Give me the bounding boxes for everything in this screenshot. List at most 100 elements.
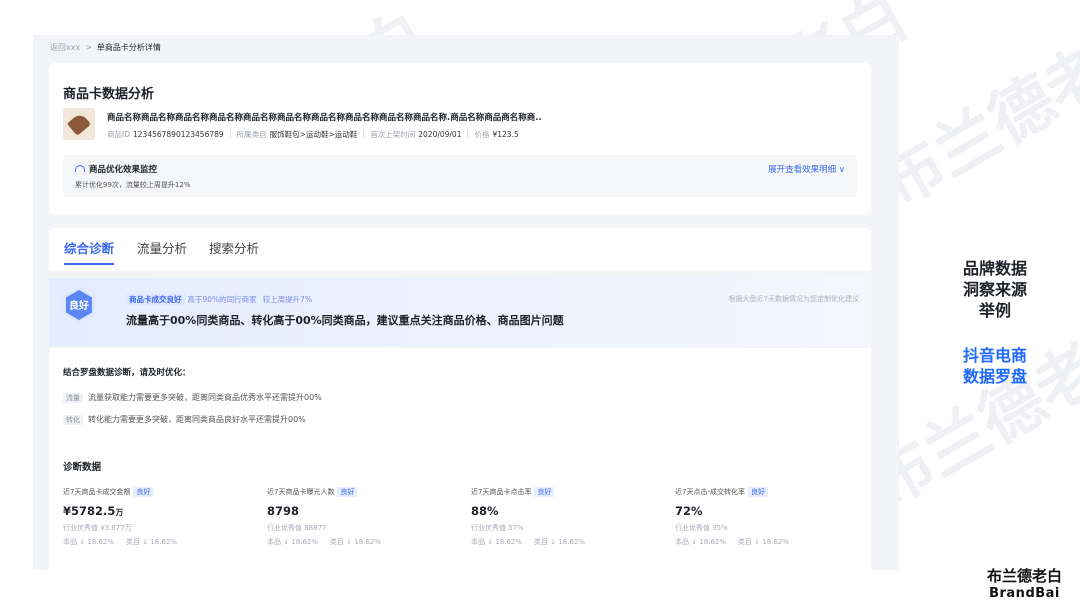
expand-details-link[interactable]: 展开查看效果明细 ∨ [768, 163, 845, 175]
metric-value: 8798 [267, 504, 467, 519]
suggestion-tag: 转化 [63, 415, 83, 425]
suggestion-text: 流量获取能力需要更多突破，距离同类商品优秀水平还需提升00% [88, 393, 322, 402]
metric-label: 近7天点击-成交转化率 良好 [675, 487, 875, 499]
active-tab-indicator [64, 263, 114, 265]
tab-traffic-analysis[interactable]: 流量分析 [137, 238, 187, 257]
source-highlight: 抖音电商 数据罗盘 [930, 345, 1060, 387]
page-title: 商品卡数据分析 [63, 87, 155, 102]
metric-value-number: ¥5782.5 [63, 504, 116, 518]
metric-badge: 良好 [337, 487, 358, 497]
metric-self-change: 本品 ↓ 18.62% [471, 538, 523, 546]
product-name: 商品名称商品名称商品名称商品名称商品名称商品名称商品名称商品名称商品名称商品名称… [107, 113, 542, 123]
metric-label-text: 近7天商品卡成交金额 [63, 488, 131, 496]
tab-bar: 综合诊断 流量分析 搜索分析 [49, 228, 871, 271]
breadcrumb: 返回xxx > 单商品卡分析详情 [50, 42, 161, 53]
metric-industry-benchmark: 行业优秀值 88877 [267, 524, 327, 532]
diagnosis-card: 结合罗盘数据诊断，请及时优化： 流量 流量获取能力需要更多突破，距离同类商品优秀水… [49, 348, 871, 570]
metric-self-change: 本品 ↓ 18.62% [267, 538, 319, 546]
monitor-subtitle: 累计优化99次，流量较上周提升12% [75, 181, 191, 189]
metric-badge: 良好 [747, 487, 768, 497]
meta-label-id: 商品ID [107, 130, 130, 139]
banner-summary: 商品卡成交良好 高于90%的同行商家 较上周提升7% [126, 294, 312, 305]
optimization-monitor: 商品优化效果监控 累计优化99次，流量较上周提升12% 展开查看效果明细 ∨ [63, 155, 857, 197]
rating-badge: 良好 [60, 286, 98, 324]
metric-comparison: 本品 ↓ 18.62% 类目 ↓ 18.62% [471, 537, 671, 547]
source-caption: 品牌数据 洞察来源 举例 [930, 258, 1060, 321]
banner-tag: 商品卡成交良好 [126, 294, 185, 305]
metric-label: 近7天商品卡曝光人数 良好 [267, 487, 467, 499]
metric-value: 72% [675, 504, 875, 519]
metric-value-number: 72% [675, 504, 703, 518]
gauge-icon [75, 165, 85, 172]
metric-label-text: 近7天商品卡点击率 [471, 488, 532, 496]
metric-industry-benchmark: 行业优秀值 35% [675, 524, 728, 532]
app-screenshot: 返回xxx > 单商品卡分析详情 商品卡数据分析 商品名称商品名称商品名称商品名称商… [33, 35, 899, 570]
meta-value-category: 服饰鞋包>运动鞋>运动鞋 [269, 130, 358, 139]
metric-industry-benchmark: 行业优秀值 ¥3,877万 [63, 524, 132, 532]
monitor-title-text: 商品优化效果监控 [89, 165, 158, 175]
metric-card: 近7天商品卡成交金额 良好 ¥5782.5万 行业优秀值 ¥3,877万 本品 ↓… [63, 487, 263, 547]
suggestion-text: 转化能力需要更多突破，距离同类商品良好水平还需提升00% [88, 415, 306, 424]
monitor-title: 商品优化效果监控 [75, 163, 157, 175]
metric-comparison: 本品 ↓ 18.62% 类目 ↓ 18.62% [675, 537, 875, 547]
suggestion-item: 转化 转化能力需要更多突破，距离同类商品良好水平还需提升00% [63, 414, 306, 425]
highlight-line: 抖音电商 [962, 346, 1027, 365]
metric-card: 近7天点击-成交转化率 良好 72% 行业优秀值 35% 本品 ↓ 18.62% 类… [675, 487, 875, 547]
suggestions-title: 结合罗盘数据诊断，请及时优化： [63, 368, 191, 378]
shoe-image [66, 112, 92, 136]
metric-value-number: 88% [471, 504, 499, 518]
tab-comprehensive-diagnosis[interactable]: 综合诊断 [64, 238, 114, 257]
metric-category-change: 类目 ↓ 18.62% [330, 538, 382, 546]
metric-category-change: 类目 ↓ 18.62% [738, 538, 790, 546]
metric-card: 近7天商品卡点击率 良好 88% 行业优秀值 57% 本品 ↓ 18.62% 类目 … [471, 487, 671, 547]
metric-label-text: 近7天商品卡曝光人数 [267, 488, 335, 496]
banner-headline: 流量高于00%同类商品、转化高于00%同类商品，建议重点关注商品价格、商品图片问… [126, 314, 564, 327]
metric-category-change: 类目 ↓ 18.62% [534, 538, 586, 546]
product-meta: 商品ID 1234567890123456789 所属类目 服饰鞋包>运动鞋>运动鞋 首… [107, 129, 519, 140]
meta-label-date: 首次上架时间 [370, 130, 416, 139]
breadcrumb-current: 单商品卡分析详情 [96, 43, 161, 52]
tab-search-analysis[interactable]: 搜索分析 [209, 238, 259, 257]
metric-self-change: 本品 ↓ 18.62% [675, 538, 727, 546]
meta-divider [467, 130, 469, 138]
suggestion-item: 流量 流量获取能力需要更多突破，距离同类商品优秀水平还需提升00% [63, 392, 322, 403]
metric-industry-benchmark: 行业优秀值 57% [471, 524, 524, 532]
rating-badge-label: 良好 [69, 301, 89, 312]
metric-comparison: 本品 ↓ 18.62% 类目 ↓ 18.62% [267, 537, 467, 547]
meta-label-price: 价格 [474, 130, 490, 139]
meta-value-id: 1234567890123456789 [133, 130, 224, 139]
breadcrumb-separator: > [85, 43, 92, 52]
metric-self-change: 本品 ↓ 18.62% [63, 538, 115, 546]
diagnosis-data-title: 诊断数据 [63, 462, 102, 473]
metric-value: 88% [471, 504, 671, 519]
meta-divider [229, 130, 231, 138]
highlight-line: 数据罗盘 [962, 367, 1027, 386]
meta-label-category: 所属类目 [236, 130, 267, 139]
metric-label-text: 近7天点击-成交转化率 [675, 488, 745, 496]
metric-value: ¥5782.5万 [63, 504, 263, 519]
brand-logo-cn: 布兰德老白 [986, 567, 1062, 585]
breadcrumb-back-link[interactable]: 返回xxx [50, 43, 80, 52]
metric-label: 近7天商品卡点击率 良好 [471, 487, 671, 499]
metric-label: 近7天商品卡成交金额 良好 [63, 487, 263, 499]
product-thumbnail[interactable] [63, 108, 95, 140]
meta-value-price: ¥123.5 [492, 130, 519, 139]
meta-value-date: 2020/09/01 [418, 130, 462, 139]
metric-card: 近7天商品卡曝光人数 良好 8798 行业优秀值 88877 本品 ↓ 18.62… [267, 487, 467, 547]
metric-badge: 良好 [534, 487, 555, 497]
diagnosis-banner: 良好 商品卡成交良好 高于90%的同行商家 较上周提升7% 根据大盘近7天数据情况为… [49, 278, 871, 346]
brand-logo: 布兰德老白 BrandBai [987, 568, 1062, 602]
metric-value-number: 8798 [267, 504, 300, 518]
metric-badge: 良好 [133, 487, 154, 497]
caption-line: 洞察来源 [962, 280, 1027, 299]
banner-weekly-change: 较上周提升7% [262, 295, 313, 304]
metric-category-change: 类目 ↓ 18.62% [126, 538, 178, 546]
meta-divider [363, 130, 365, 138]
brand-logo-en: BrandBai [989, 586, 1060, 601]
banner-note: 根据大盘近7天数据情况为您定制优化建议 [728, 295, 859, 303]
metric-unit: 万 [115, 508, 124, 517]
caption-line: 品牌数据 [962, 259, 1027, 278]
caption-line: 举例 [978, 301, 1011, 320]
suggestion-tag: 流量 [63, 393, 83, 403]
banner-peer-compare: 高于90%的同行商家 [187, 295, 257, 304]
